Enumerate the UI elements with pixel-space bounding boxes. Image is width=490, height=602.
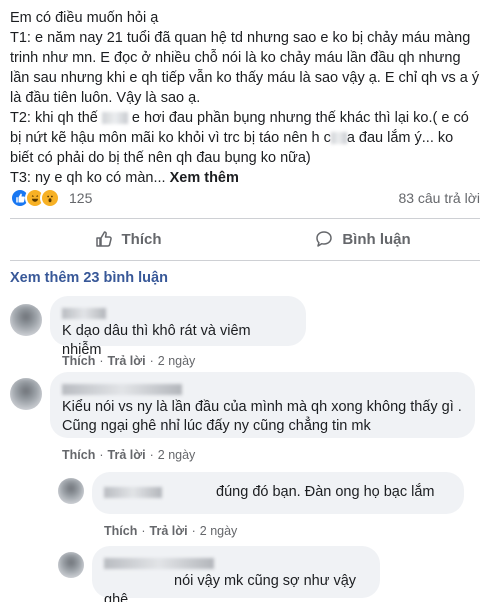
comment-bubble: Kiểu nói vs ny là lần đầu của mình mà qh… — [50, 372, 475, 438]
reply-author[interactable] — [104, 554, 368, 570]
wow-reaction-icon[interactable] — [40, 188, 60, 208]
post-t3-text: T3: ny e qh ko có màn... — [10, 170, 166, 186]
comment-text: K dạo dâu thì khô rát và viêm nhiễm — [62, 323, 251, 358]
comment-reply-link[interactable]: Trả lời — [108, 354, 146, 368]
comment-like-link[interactable]: Thích — [62, 354, 95, 368]
comment-author[interactable] — [62, 380, 463, 396]
comment-time[interactable]: 2 ngày — [158, 354, 196, 368]
reply-meta: Thích · Trả lời · 2 ngày — [104, 524, 238, 538]
blurred-word — [330, 132, 347, 145]
reply-like-link[interactable]: Thích — [104, 524, 137, 538]
avatar[interactable] — [58, 552, 84, 578]
like-button[interactable]: Thích — [10, 222, 245, 256]
reply-reply-link[interactable]: Trả lời — [150, 524, 188, 538]
answers-count[interactable]: 83 câu trả lời — [398, 190, 480, 206]
divider — [10, 260, 480, 261]
comment-reply-link[interactable]: Trả lời — [108, 448, 146, 462]
post-body: Em có điều muốn hỏi ạ T1: e năm nay 21 t… — [10, 8, 480, 188]
avatar[interactable] — [10, 304, 42, 336]
comment-label: Bình luận — [342, 230, 411, 248]
comment-time[interactable]: 2 ngày — [158, 448, 196, 462]
blurred-word — [101, 112, 128, 125]
post-line1: Em có điều muốn hỏi ạ — [10, 10, 159, 26]
post-t1: T1: e năm nay 21 tuổi đã quan hệ td nhưn… — [10, 30, 480, 106]
post-actions: Thích Bình luận — [10, 222, 480, 256]
reply-text: đúng đó bạn. Đàn ong họ bạc lắm — [216, 484, 435, 500]
comment-meta: Thích · Trả lời · 2 ngày — [62, 448, 196, 462]
thumbs-up-icon — [95, 231, 112, 247]
comment-button[interactable]: Bình luận — [245, 222, 480, 256]
comment-text: Kiểu nói vs ny là lần đầu của mình mà qh… — [62, 399, 462, 434]
reply-bubble: đúng đó bạn. Đàn ong họ bạc lắm — [92, 472, 464, 514]
reactions-bar: 125 83 câu trả lời — [10, 186, 480, 210]
post-t3: T3: ny e qh ko có màn... Xem thêm — [10, 168, 480, 188]
see-more-link[interactable]: Xem thêm — [170, 170, 239, 186]
comment-like-link[interactable]: Thích — [62, 448, 95, 462]
reply-author[interactable] — [104, 486, 162, 498]
avatar[interactable] — [58, 478, 84, 504]
comment-bubble: K dạo dâu thì khô rát và viêm nhiễm — [50, 296, 306, 358]
view-more-comments-link[interactable]: Xem thêm 23 bình luận — [10, 270, 168, 286]
avatar[interactable] — [10, 378, 42, 410]
reply-bubble: nói vậy mk cũng sợ như vậy ghê — [92, 546, 380, 602]
post-t2: T2: khi qh thế e hơi đau phần bụng nhưng… — [10, 108, 480, 168]
reply-text: nói vậy mk cũng sợ như vậy ghê — [104, 573, 357, 602]
divider — [10, 218, 480, 219]
reply-time[interactable]: 2 ngày — [200, 524, 238, 538]
comment-meta: Thích · Trả lời · 2 ngày — [62, 354, 196, 368]
post-t2-a: T2: khi qh thế — [10, 110, 98, 126]
like-label: Thích — [121, 230, 162, 248]
reaction-count[interactable]: 125 — [69, 190, 92, 206]
comment-author[interactable] — [62, 304, 294, 320]
comment-icon — [316, 231, 333, 247]
